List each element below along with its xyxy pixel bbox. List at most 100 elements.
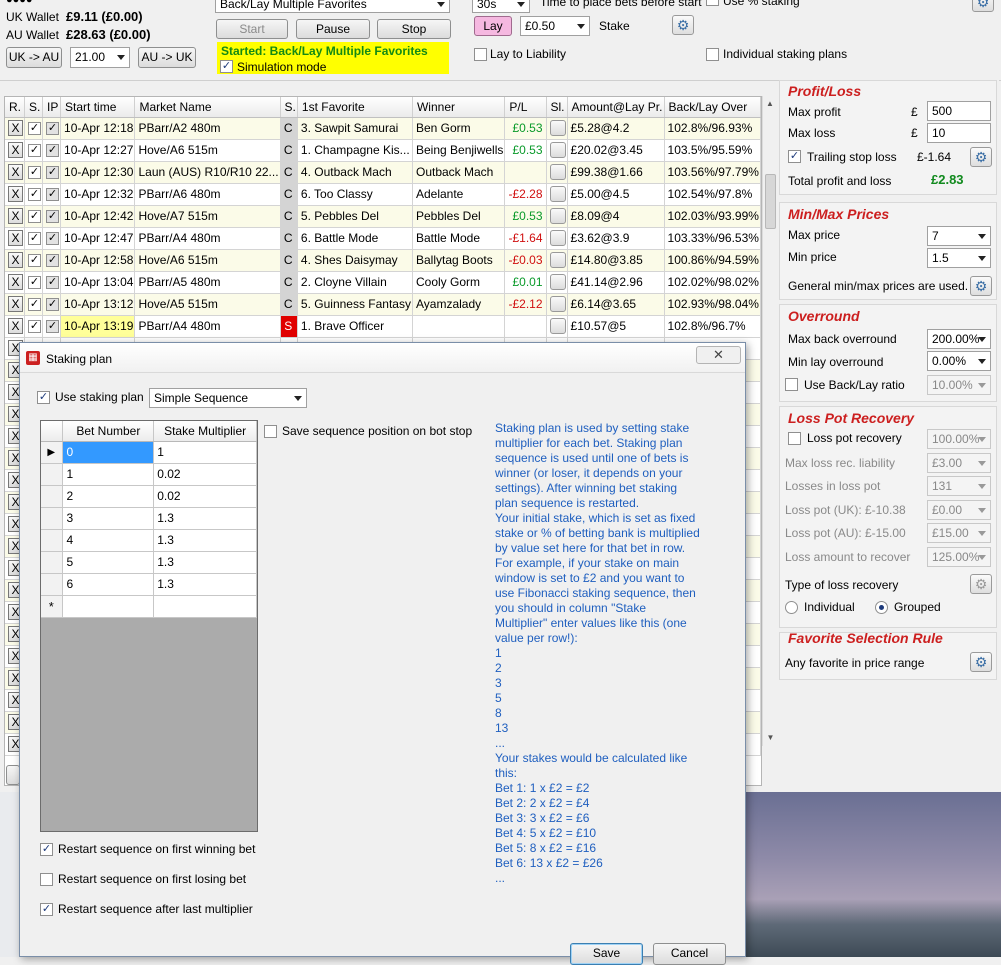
col-sl[interactable]: Sl.	[546, 97, 568, 118]
sl-button[interactable]	[549, 274, 566, 290]
inplay-checkbox[interactable]: ✓	[46, 298, 60, 312]
col-s[interactable]: S.	[24, 97, 44, 118]
grid-scrollbar[interactable]: ▲ ▼	[762, 96, 777, 746]
remove-row-button[interactable]: X	[8, 318, 23, 334]
max-back-select[interactable]: 200.00%	[927, 329, 991, 349]
inplay-checkbox[interactable]: ✓	[46, 254, 60, 268]
col-market-name[interactable]: Market Name	[134, 97, 281, 118]
col-overround[interactable]: Back/Lay Over	[664, 97, 761, 118]
sl-button[interactable]	[549, 230, 566, 246]
exchange-rate-select[interactable]: 21.00	[70, 47, 130, 68]
max-loss-rec-select[interactable]: £3.00	[927, 453, 991, 473]
bet-number-cell[interactable]: 1	[62, 463, 155, 486]
lay-toggle-button[interactable]: Lay	[474, 16, 512, 36]
strategy-select[interactable]: Back/Lay Multiple Favorites	[215, 0, 450, 13]
select-checkbox[interactable]: ✓	[28, 188, 41, 202]
multiplier-row[interactable]: 6 1.3	[41, 573, 257, 596]
row-header[interactable]	[41, 507, 64, 530]
col-r[interactable]: R.	[5, 97, 25, 118]
inplay-checkbox[interactable]: ✓	[46, 320, 60, 334]
stake-multiplier-cell[interactable]: 1.3	[153, 551, 257, 574]
select-checkbox[interactable]: ✓	[28, 232, 41, 246]
simulation-checkbox[interactable]: ✓	[220, 60, 233, 73]
sl-button[interactable]	[549, 318, 566, 334]
inplay-checkbox[interactable]: ✓	[46, 188, 60, 202]
restart-last-checkbox[interactable]: ✓	[40, 903, 53, 916]
loss-uk-select[interactable]: £0.00	[927, 500, 991, 520]
new-bet-cell[interactable]	[62, 595, 155, 618]
col-winner[interactable]: Winner	[412, 97, 506, 118]
table-row[interactable]: X ✓ ✓ 10-Apr 12:47 PBarr/A4 480m C 6. Battle M…	[5, 227, 761, 250]
col-amount[interactable]: Amount@Lay Pr.	[567, 97, 665, 118]
multiplier-row[interactable]: 2 0.02	[41, 485, 257, 508]
restart-lose-checkbox[interactable]	[40, 873, 53, 886]
staking-plan-select[interactable]: Simple Sequence	[149, 388, 307, 408]
seconds-select[interactable]: 30s	[472, 0, 530, 13]
pause-button[interactable]: Pause	[296, 19, 370, 39]
table-row[interactable]: X ✓ ✓ 10-Apr 13:19 PBarr/A4 480m S 1. Brave Of…	[5, 315, 761, 338]
table-row[interactable]: X ✓ ✓ 10-Apr 12:58 Hove/A6 515m C 4. Shes Dais…	[5, 249, 761, 272]
bottom-left-button[interactable]	[6, 765, 20, 785]
save-position-checkbox[interactable]	[264, 425, 277, 438]
row-header[interactable]: ▶	[41, 441, 64, 464]
sl-button[interactable]	[549, 296, 566, 312]
select-checkbox[interactable]: ✓	[28, 122, 41, 136]
select-checkbox[interactable]: ✓	[28, 144, 41, 158]
bet-number-cell[interactable]: 4	[62, 529, 155, 552]
stake-select[interactable]: £0.50	[520, 16, 590, 36]
multiplier-row[interactable]: 3 1.3	[41, 507, 257, 530]
uk-to-au-button[interactable]: UK -> AU	[6, 47, 62, 68]
multiplier-row[interactable]: 1 0.02	[41, 463, 257, 486]
row-header[interactable]	[41, 463, 64, 486]
pct-staking-checkbox[interactable]	[706, 0, 719, 6]
select-checkbox[interactable]: ✓	[28, 254, 41, 268]
start-button[interactable]: Start	[216, 19, 288, 39]
remove-row-button[interactable]: X	[8, 164, 23, 180]
remove-row-button[interactable]: X	[8, 142, 23, 158]
sl-button[interactable]	[549, 208, 566, 224]
stop-button[interactable]: Stop	[377, 19, 451, 39]
cancel-button[interactable]: Cancel	[653, 943, 726, 965]
col-first-favorite[interactable]: 1st Favorite	[297, 97, 413, 118]
multiplier-row[interactable]: ▶ 0 1	[41, 441, 257, 464]
scroll-up-icon[interactable]: ▲	[763, 96, 777, 112]
remove-row-button[interactable]: X	[8, 252, 23, 268]
remove-row-button[interactable]: X	[8, 120, 23, 136]
losses-select[interactable]: 131	[927, 476, 991, 496]
stake-multiplier-cell[interactable]: 1.3	[153, 507, 257, 530]
sl-button[interactable]	[549, 142, 566, 158]
sl-button[interactable]	[549, 120, 566, 136]
trailing-gear-icon[interactable]: ⚙	[970, 147, 992, 167]
stake-multiplier-cell[interactable]: 1.3	[153, 529, 257, 552]
col-bet-number[interactable]: Bet Number	[62, 421, 155, 442]
max-loss-input[interactable]: 10	[927, 123, 991, 143]
sl-button[interactable]	[549, 186, 566, 202]
table-row[interactable]: X ✓ ✓ 10-Apr 12:32 PBarr/A6 480m C 6. Too Clas…	[5, 183, 761, 206]
min-lay-select[interactable]: 0.00%	[927, 351, 991, 371]
inplay-checkbox[interactable]: ✓	[46, 210, 60, 224]
col-pl[interactable]: P/L	[504, 97, 547, 118]
select-checkbox[interactable]: ✓	[28, 166, 41, 180]
new-mult-cell[interactable]	[153, 595, 257, 618]
remove-row-button[interactable]: X	[8, 230, 23, 246]
scroll-thumb[interactable]	[765, 174, 776, 229]
stake-multiplier-cell[interactable]: 0.02	[153, 485, 257, 508]
col-ip[interactable]: IP	[42, 97, 62, 118]
max-profit-input[interactable]: 500	[927, 101, 991, 121]
max-price-select[interactable]: 7	[927, 226, 991, 246]
select-checkbox[interactable]: ✓	[28, 298, 41, 312]
multiplier-row[interactable]: 5 1.3	[41, 551, 257, 574]
col-status[interactable]: S.	[280, 97, 298, 118]
individual-staking-checkbox[interactable]	[706, 48, 719, 61]
trailing-stop-checkbox[interactable]: ✓	[788, 150, 801, 163]
favorite-rule-gear-icon[interactable]: ⚙	[970, 652, 992, 672]
row-header[interactable]	[41, 573, 64, 596]
bet-number-cell[interactable]: 0	[62, 441, 155, 464]
sl-button[interactable]	[549, 164, 566, 180]
restart-win-checkbox[interactable]: ✓	[40, 843, 53, 856]
inplay-checkbox[interactable]: ✓	[46, 122, 60, 136]
inplay-checkbox[interactable]: ✓	[46, 232, 60, 246]
table-row[interactable]: X ✓ ✓ 10-Apr 13:12 Hove/A5 515m C 5. Guinness …	[5, 293, 761, 316]
minmax-gear-icon[interactable]: ⚙	[970, 276, 992, 296]
remove-row-button[interactable]: X	[8, 296, 23, 312]
